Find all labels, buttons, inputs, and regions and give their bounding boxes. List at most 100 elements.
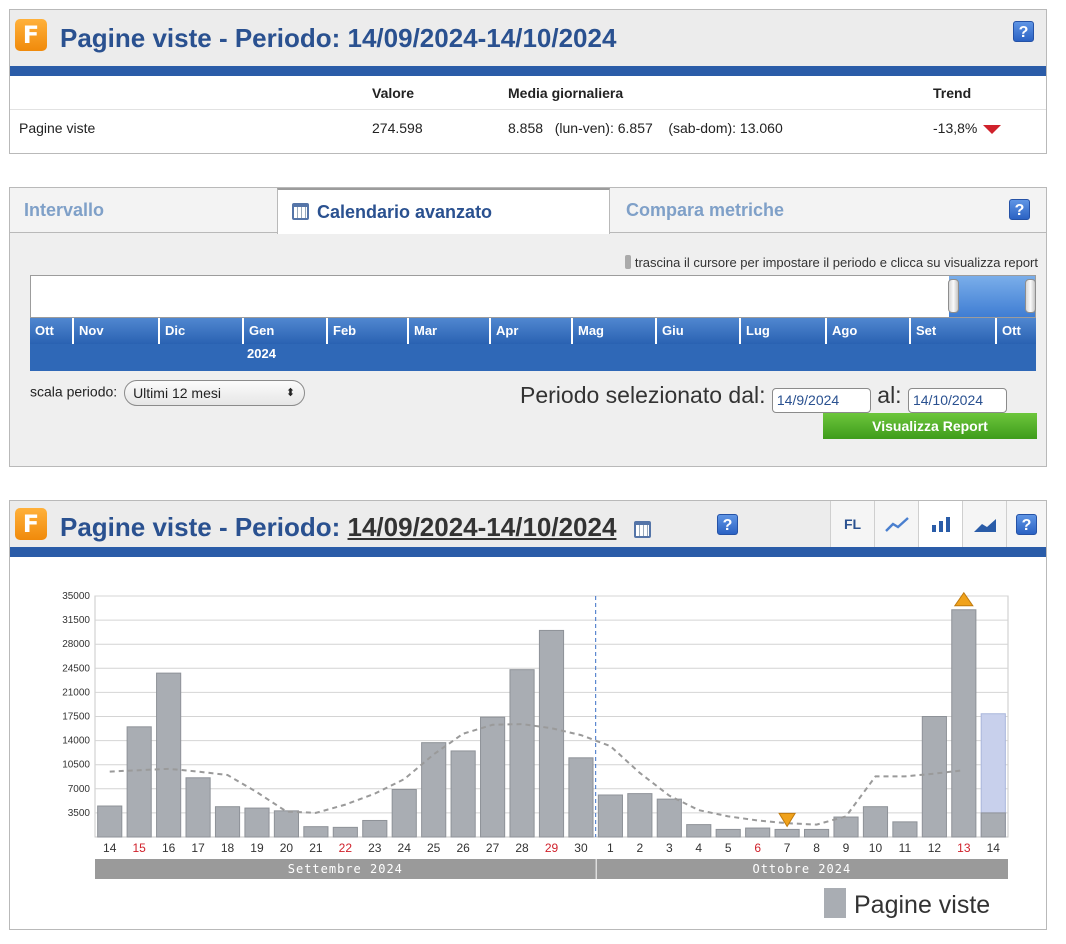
calendar-icon xyxy=(292,203,309,220)
bar-chart-button[interactable] xyxy=(918,501,962,547)
summary-title: Pagine viste - Periodo: 14/09/2024-14/10… xyxy=(60,23,616,54)
tab-calendario-label: Calendario avanzato xyxy=(317,202,493,222)
al-label: al: xyxy=(877,382,902,408)
help-icon: ? xyxy=(1016,513,1037,535)
legend-swatch xyxy=(824,888,846,918)
chart-legend: Pagine viste xyxy=(824,888,990,920)
summary-table: Valore Media giornaliera Trend Pagine vi… xyxy=(10,76,1046,147)
chart-title-dates[interactable]: 14/09/2024-14/10/2024 xyxy=(348,512,617,542)
help-icon[interactable]: ? xyxy=(717,514,738,535)
table-row: Pagine viste 274.598 8.858 (lun-ven): 6.… xyxy=(10,109,1046,147)
slider-handle-start[interactable] xyxy=(948,279,959,313)
chart-title-prefix: Pagine viste - Periodo: xyxy=(60,512,348,542)
bar xyxy=(480,716,506,838)
y-tick-label: 24500 xyxy=(62,663,90,674)
media-value: 8.858 xyxy=(508,120,544,137)
x-tick-label: 9 xyxy=(843,841,850,855)
bar xyxy=(450,750,476,838)
x-tick-label: 13 xyxy=(957,841,971,855)
media-sabdom: (sab-dom): 13.060 xyxy=(668,120,783,137)
month-label: Ott xyxy=(30,318,72,344)
y-tick-label: 21000 xyxy=(62,687,90,698)
x-axis-labels: 14 15 16 17 18 19 20 21 22 23 24 25 26 27 28 29 30 1 2 3 4 5 6… xyxy=(103,841,1000,855)
header-media: Media giornaliera xyxy=(508,76,933,110)
date-to-field[interactable]: 14/10/2024 xyxy=(907,388,1007,413)
header-divider xyxy=(10,66,1046,76)
summary-title-prefix: Pagine viste - Periodo: xyxy=(60,23,348,53)
month-label: Giu xyxy=(655,318,739,344)
bar xyxy=(745,827,771,838)
bar xyxy=(421,742,447,838)
bar xyxy=(627,793,653,838)
bar xyxy=(568,757,594,838)
bar xyxy=(97,805,123,838)
summary-title-dates: 14/09/2024-14/10/2024 xyxy=(347,23,617,53)
bar-chart: 3500700010500140001750021000245002800031… xyxy=(62,591,1009,879)
x-tick-label: 6 xyxy=(754,841,761,855)
bar xyxy=(803,828,830,838)
bar xyxy=(862,806,889,838)
x-tick-label: 21 xyxy=(309,841,323,855)
table-header-row: Valore Media giornaliera Trend xyxy=(10,76,1046,110)
media-lunven: (lun-ven): 6.857 xyxy=(554,120,653,137)
bar xyxy=(273,810,300,838)
selected-range[interactable] xyxy=(949,276,1035,317)
x-tick-label: 30 xyxy=(574,841,588,855)
month-label: Ott xyxy=(995,318,1036,344)
month-label: Nov xyxy=(72,318,158,344)
month-label: Feb xyxy=(326,318,407,344)
bar xyxy=(362,819,388,838)
x-tick-label: 14 xyxy=(103,841,117,855)
scala-select-value: Ultimi 12 mesi xyxy=(133,385,221,401)
x-tick-label: 26 xyxy=(456,841,470,855)
bar xyxy=(951,609,977,838)
flash-report-button[interactable]: FL xyxy=(830,501,874,547)
tab-bar: Intervallo Calendario avanzato Compara m… xyxy=(10,188,1046,234)
y-tick-label: 7000 xyxy=(68,784,91,795)
help-icon[interactable]: ? xyxy=(1009,199,1030,220)
month-label: Apr xyxy=(489,318,571,344)
chevron-updown-icon: ⬍ xyxy=(285,387,296,399)
calendar-icon[interactable] xyxy=(633,521,651,538)
header-metric xyxy=(10,76,372,110)
month-axis: Settembre 2024 Ottobre 2024 xyxy=(95,859,1008,879)
date-from-field[interactable]: 14/9/2024 xyxy=(771,388,871,413)
bar xyxy=(538,629,565,838)
calendar-panel: Intervallo Calendario avanzato Compara m… xyxy=(9,187,1047,467)
bar xyxy=(303,826,329,838)
help-button[interactable]: ? xyxy=(1006,501,1046,547)
year-label: 2024 xyxy=(247,346,276,361)
bar xyxy=(332,826,358,838)
header-valore: Valore xyxy=(372,76,508,110)
slider-handle-end[interactable] xyxy=(1025,279,1036,313)
metric-trend: -13,8% xyxy=(933,109,1046,147)
period-slider-track[interactable] xyxy=(30,275,1036,318)
y-tick-label: 10500 xyxy=(62,760,90,771)
x-tick-label: 25 xyxy=(427,841,441,855)
tab-calendario-avanzato[interactable]: Calendario avanzato xyxy=(277,188,610,234)
bar xyxy=(656,798,682,838)
area-chart-icon xyxy=(973,519,996,532)
month-label: Ago xyxy=(825,318,909,344)
bar xyxy=(833,816,859,838)
x-tick-label: 19 xyxy=(250,841,264,855)
slider-hint: trascina il cursore per impostare il per… xyxy=(624,255,1038,270)
logo: F xyxy=(15,508,47,540)
x-tick-label: 22 xyxy=(339,841,353,855)
y-tick-label: 31500 xyxy=(62,615,90,626)
bar xyxy=(156,672,182,838)
tab-compara-metriche[interactable]: Compara metriche xyxy=(612,188,992,233)
month-label: Ottobre 2024 xyxy=(752,862,851,876)
help-icon[interactable]: ? xyxy=(1013,21,1034,42)
x-tick-label: 18 xyxy=(221,841,235,855)
bar xyxy=(774,828,800,838)
bar xyxy=(921,716,947,838)
line-chart-button[interactable] xyxy=(874,501,918,547)
line-chart-icon xyxy=(884,517,909,532)
visualizza-report-button[interactable]: Visualizza Report xyxy=(823,413,1037,439)
x-tick-label: 16 xyxy=(162,841,176,855)
x-tick-label: 20 xyxy=(280,841,294,855)
area-chart-button[interactable] xyxy=(962,501,1006,547)
tab-intervallo[interactable]: Intervallo xyxy=(10,188,277,233)
scala-select[interactable]: Ultimi 12 mesi ⬍ xyxy=(124,380,306,406)
